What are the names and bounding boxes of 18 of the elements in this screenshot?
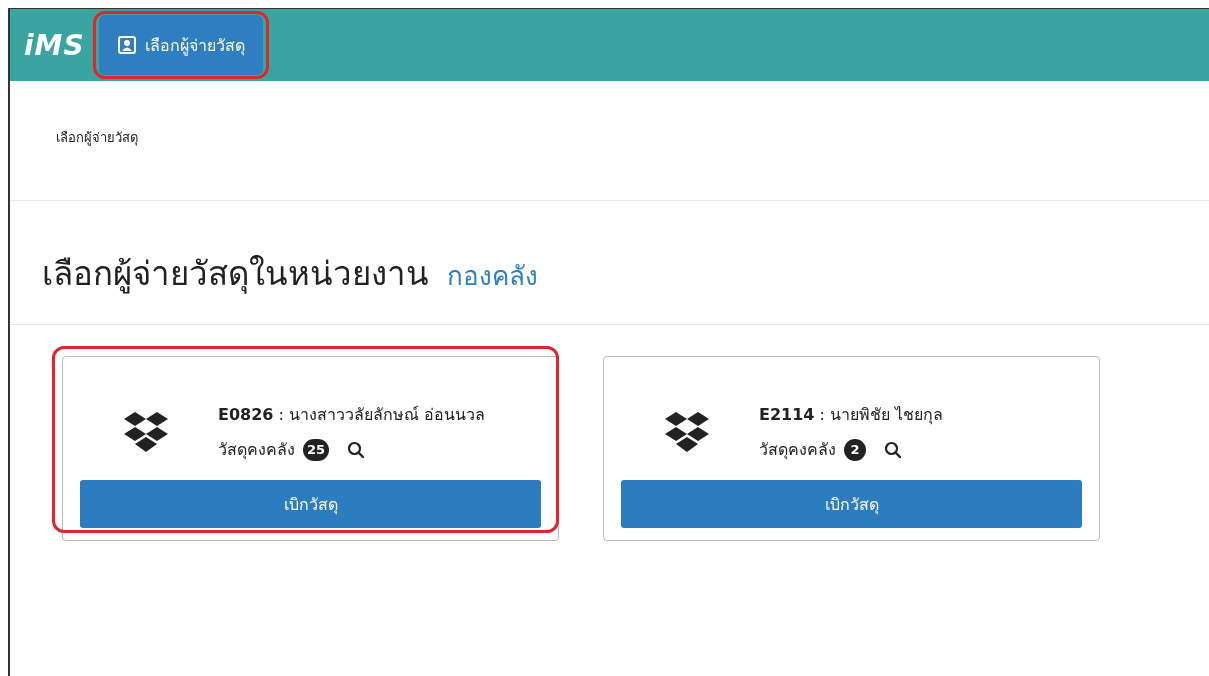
contact-card-icon <box>116 35 137 55</box>
nav-tab[interactable]: เลือกผู้จ่ายวัสดุ <box>98 15 263 75</box>
box-icon <box>665 410 709 454</box>
stock-label: วัสดุคงคลัง <box>759 439 836 462</box>
breadcrumb: เลือกผู้จ่ายวัสดุ <box>56 130 138 145</box>
withdraw-button[interactable]: เบิกวัสดุ <box>621 480 1082 528</box>
supplier-name: E2114 : นายพิชัย ไชยกุล <box>759 404 944 427</box>
search-icon[interactable] <box>884 440 902 459</box>
logo: iMS <box>24 28 85 62</box>
withdraw-button[interactable]: เบิกวัสดุ <box>80 480 541 528</box>
department-name: กองคลัง <box>447 260 538 293</box>
search-icon[interactable] <box>347 440 366 459</box>
supplier-name: E0826 : นางสาววลัยลักษณ์ อ่อนนวล <box>218 404 486 426</box>
page-title: เลือกผู้จ่ายวัสดุในหน่วยงาน <box>42 253 429 296</box>
stock-count: 25 <box>303 438 330 461</box>
stock-label: วัสดุคงคลัง <box>218 439 295 462</box>
box-icon <box>124 410 168 454</box>
stock-count: 2 <box>844 438 866 461</box>
